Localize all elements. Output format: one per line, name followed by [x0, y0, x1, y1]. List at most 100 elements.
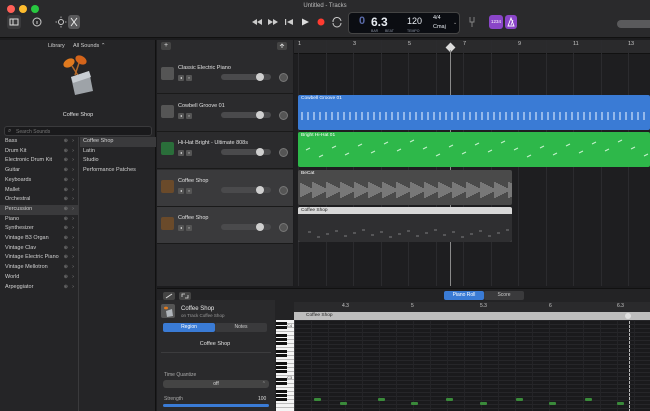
library-category-item[interactable]: Vintage B3 Organ ⊕ ›: [0, 234, 78, 244]
add-circle-icon[interactable]: ⊕: [64, 195, 68, 205]
piano-black-key[interactable]: [276, 394, 287, 397]
library-category-item[interactable]: Percussion ⊕ ›: [0, 204, 78, 215]
smart-controls-button[interactable]: [55, 15, 67, 29]
add-circle-icon[interactable]: ⊕: [64, 156, 68, 166]
piano-black-key[interactable]: [276, 338, 287, 341]
add-circle-icon[interactable]: ⊕: [64, 147, 68, 157]
add-circle-icon[interactable]: ⊕: [64, 186, 68, 196]
midi-note[interactable]: [340, 402, 347, 405]
library-category-item[interactable]: Arpeggiator ⊕ ›: [0, 283, 78, 293]
library-subcategory-item[interactable]: Latin: [80, 147, 156, 157]
library-subcategory-item[interactable]: Studio: [80, 156, 156, 166]
midi-note[interactable]: [585, 398, 592, 401]
track-header[interactable]: Hi-Hat Bright - Ultimate 808s ◂ ∩: [157, 132, 293, 169]
metronome-button[interactable]: [505, 15, 517, 29]
library-category-item[interactable]: Bass ⊕ ›: [0, 137, 78, 147]
go-to-beginning-button[interactable]: [282, 15, 296, 29]
library-category-item[interactable]: Vintage Electric Piano ⊕ ›: [0, 253, 78, 263]
add-track-button[interactable]: +: [161, 42, 171, 50]
volume-knob[interactable]: [256, 185, 264, 194]
midi-note[interactable]: [378, 398, 385, 401]
piano-black-key[interactable]: [276, 366, 287, 369]
piano-black-key[interactable]: [276, 382, 287, 385]
piano-black-key[interactable]: [276, 322, 287, 325]
volume-knob[interactable]: [256, 110, 264, 119]
piano-black-key[interactable]: [276, 326, 287, 329]
add-circle-icon[interactable]: ⊕: [64, 166, 68, 176]
volume-slider[interactable]: [221, 148, 271, 156]
tuner-button[interactable]: [466, 15, 478, 29]
pan-knob[interactable]: [279, 110, 288, 120]
add-circle-icon[interactable]: ⊕: [64, 234, 68, 244]
library-category-item[interactable]: Drum Kit ⊕ ›: [0, 147, 78, 157]
track-region[interactable]: Cowbell Groove 01: [298, 94, 650, 130]
pan-knob[interactable]: [279, 148, 288, 157]
arrangement-area[interactable]: 1 3 5 7 9 11 13 Cowbell Groove 01 Bright Hi-Hat …: [294, 40, 650, 286]
library-subcategory-item[interactable]: Coffee Shop: [80, 137, 156, 147]
score-tab[interactable]: Score: [484, 291, 524, 300]
library-toggle-button[interactable]: [7, 15, 21, 29]
library-category-item[interactable]: World ⊕ ›: [0, 273, 78, 283]
pan-knob[interactable]: [279, 223, 288, 232]
info-button[interactable]: [31, 15, 43, 29]
add-circle-icon[interactable]: ⊕: [64, 137, 68, 147]
solo-button[interactable]: ∩: [186, 150, 192, 156]
add-circle-icon[interactable]: ⊕: [64, 215, 68, 225]
editors-button[interactable]: [68, 15, 80, 29]
volume-knob[interactable]: [256, 223, 264, 231]
piano-roll-grid[interactable]: [294, 320, 650, 411]
track-header[interactable]: Classic Electric Piano ◂ ∩: [157, 57, 293, 94]
library-subcategory-item[interactable]: Performance Patches: [80, 166, 156, 176]
solo-button[interactable]: ∩: [186, 75, 192, 81]
volume-slider[interactable]: [221, 185, 271, 194]
midi-note[interactable]: [480, 402, 487, 405]
strength-slider[interactable]: [163, 404, 269, 407]
volume-slider[interactable]: [221, 223, 271, 231]
library-category-item[interactable]: Vintage Mellotron ⊕ ›: [0, 263, 78, 273]
track-header[interactable]: Coffee Shop ◂ ∩: [157, 207, 293, 244]
fast-forward-button[interactable]: [266, 15, 280, 29]
solo-button[interactable]: ∩: [186, 112, 192, 119]
piano-black-key[interactable]: [276, 378, 287, 381]
record-button[interactable]: [314, 15, 328, 29]
piano-black-key[interactable]: [276, 354, 287, 357]
library-category-item[interactable]: Keyboards ⊕ ›: [0, 176, 78, 186]
mute-button[interactable]: ◂: [178, 112, 184, 119]
region-tab[interactable]: Region: [163, 323, 215, 332]
library-category-item[interactable]: Piano ⊕ ›: [0, 215, 78, 225]
mute-button[interactable]: ◂: [178, 187, 184, 194]
volume-knob[interactable]: [256, 148, 264, 156]
count-in-button[interactable]: 1234: [489, 15, 503, 29]
add-circle-icon[interactable]: ⊕: [64, 176, 68, 186]
track-header[interactable]: Coffee Shop ◂ ∩: [157, 169, 293, 207]
play-button[interactable]: [298, 15, 312, 29]
mute-button[interactable]: ◂: [178, 75, 184, 81]
cycle-button[interactable]: [330, 15, 344, 29]
piano-black-key[interactable]: [276, 398, 287, 401]
editor-tool-button[interactable]: [163, 292, 175, 300]
add-circle-icon[interactable]: ⊕: [64, 224, 68, 234]
editor-region-bar[interactable]: Coffee Shop: [294, 312, 650, 320]
library-category-item[interactable]: Electronic Drum Kit ⊕ ›: [0, 156, 78, 166]
midi-note[interactable]: [446, 398, 453, 401]
mute-button[interactable]: ◂: [178, 225, 184, 231]
add-circle-icon[interactable]: ⊕: [64, 263, 68, 273]
piano-black-key[interactable]: [276, 334, 287, 337]
pan-knob[interactable]: [279, 73, 288, 82]
editor-playhead-handle[interactable]: [625, 313, 631, 319]
bar-ruler[interactable]: [294, 40, 650, 54]
editor-fit-button[interactable]: [179, 292, 191, 300]
library-category-item[interactable]: Synthesizer ⊕ ›: [0, 224, 78, 234]
track-header[interactable]: Cowbell Groove 01 ◂ ∩: [157, 94, 293, 132]
master-volume-slider[interactable]: [617, 20, 650, 28]
notes-tab[interactable]: Notes: [215, 323, 267, 332]
piano-black-key[interactable]: [276, 362, 287, 365]
midi-note[interactable]: [617, 402, 624, 405]
volume-slider[interactable]: [221, 73, 271, 81]
pan-knob[interactable]: [279, 185, 288, 195]
editor-ruler[interactable]: 4.3 5 5.3 6 6.3: [294, 302, 650, 312]
catch-playhead-button[interactable]: [277, 42, 287, 50]
piano-black-key[interactable]: [276, 342, 287, 345]
piano-black-key[interactable]: [276, 350, 287, 353]
search-sounds-field[interactable]: ⌕ Search Sounds: [4, 126, 152, 136]
